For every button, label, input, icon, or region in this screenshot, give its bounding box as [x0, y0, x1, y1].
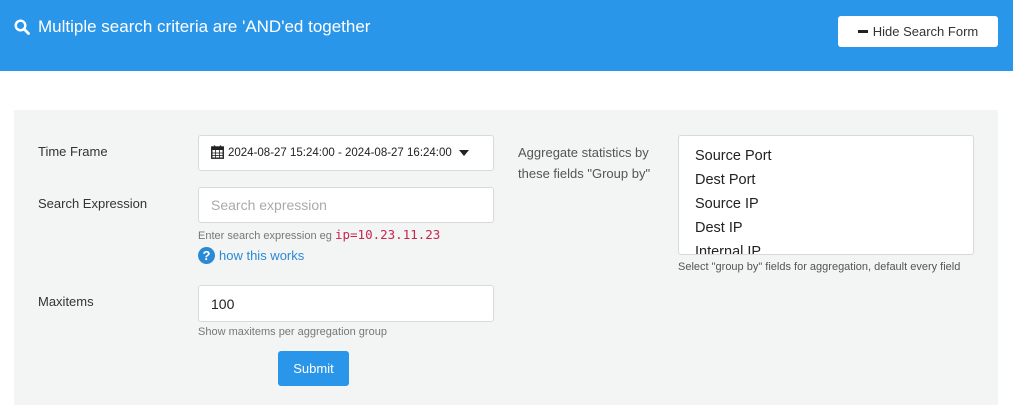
search-expression-input[interactable]: Search expression [198, 187, 494, 223]
group-by-listbox[interactable]: Source Port Dest Port Source IP Dest IP … [678, 135, 974, 255]
caret-down-icon [458, 150, 469, 156]
group-by-option[interactable]: Source Port [679, 144, 973, 168]
submit-button[interactable]: Submit [278, 351, 349, 386]
maxitems-help: Show maxitems per aggregation group [198, 326, 387, 338]
maxitems-label: Maxitems [38, 294, 94, 309]
question-circle-icon: ? [198, 247, 215, 264]
timeframe-value: 2024-08-27 15:24:00 - 2024-08-27 16:24:0… [228, 147, 452, 159]
timeframe-picker[interactable]: 2024-08-27 15:24:00 - 2024-08-27 16:24:0… [198, 135, 494, 171]
aggregate-label: Aggregate statistics by these fields "Gr… [518, 145, 651, 181]
group-by-option[interactable]: Dest Port [679, 168, 973, 192]
hide-search-form-button[interactable]: Hide Search Form [838, 16, 998, 47]
search-help-example: ip=10.23.11.23 [334, 227, 441, 242]
group-by-help: Select "group by" fields for aggregation… [678, 261, 961, 273]
banner-title-text: Multiple search criteria are 'AND'ed tog… [38, 17, 371, 36]
banner-title: Multiple search criteria are 'AND'ed tog… [14, 17, 370, 37]
how-this-works-text: how this works [219, 248, 305, 263]
how-this-works-link[interactable]: ? how this works [198, 247, 304, 264]
group-by-option[interactable]: Source IP [679, 192, 973, 216]
search-icon [14, 19, 30, 35]
search-help-text: Enter search expression eg [198, 230, 335, 242]
group-by-option[interactable]: Dest IP [679, 216, 973, 240]
top-banner: Multiple search criteria are 'AND'ed tog… [0, 0, 1013, 71]
timeframe-label: Time Frame [38, 144, 108, 159]
minus-icon [857, 30, 868, 33]
search-form-panel: Time Frame 2024-08-27 15:24:00 - 2024-08… [14, 110, 998, 405]
search-expression-help: Enter search expression eg ip=10.23.11.2… [198, 227, 440, 242]
hide-search-form-label: Hide Search Form [872, 24, 979, 39]
calendar-icon [211, 145, 224, 162]
search-expression-label: Search Expression [38, 196, 148, 211]
group-by-option[interactable]: Internal IP [679, 240, 973, 254]
maxitems-input[interactable]: 100 [198, 285, 494, 322]
